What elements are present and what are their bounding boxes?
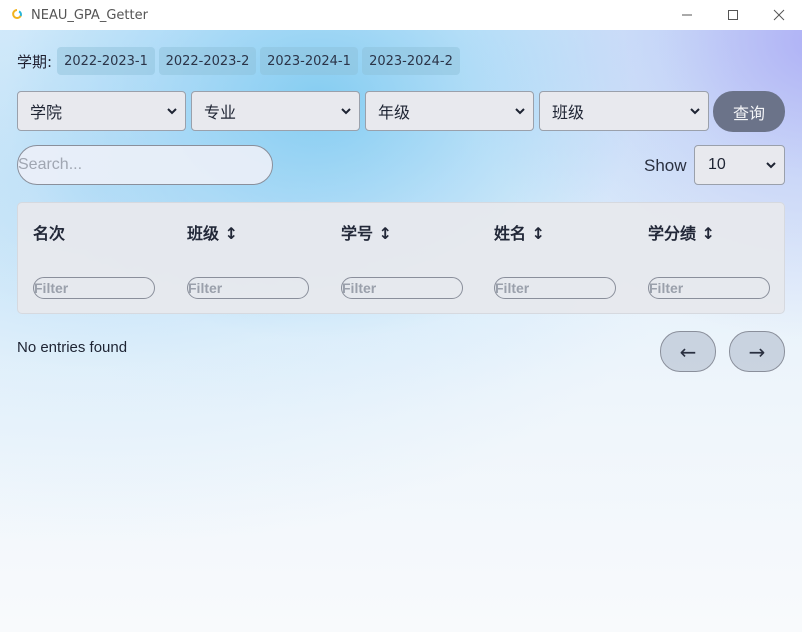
- next-page-button[interactable]: →: [729, 331, 785, 372]
- column-header-class[interactable]: 班级 ↕: [187, 220, 238, 244]
- window-title: NEAU_GPA_Getter: [31, 8, 148, 23]
- previous-page-button[interactable]: ←: [660, 331, 716, 372]
- grade-select[interactable]: 年级: [365, 91, 534, 131]
- empty-state-text: No entries found: [17, 339, 128, 356]
- term-chip[interactable]: 2022-2023-1: [57, 47, 155, 75]
- grade-select-value: 年级: [378, 103, 411, 122]
- column-header-name[interactable]: 姓名 ↕: [494, 220, 545, 244]
- chevron-down-icon: [339, 102, 353, 120]
- term-chip[interactable]: 2023-2024-1: [260, 47, 358, 75]
- column-header-gpa[interactable]: 学分绩 ↕: [648, 220, 715, 244]
- class-select-value: 班级: [552, 103, 585, 122]
- college-select-value: 学院: [30, 103, 63, 122]
- major-select-value: 专业: [204, 103, 237, 122]
- filter-input-class[interactable]: Filter: [187, 277, 309, 299]
- page-size-value: 10: [708, 156, 726, 173]
- filter-input-rank[interactable]: Filter: [33, 277, 155, 299]
- minimize-button[interactable]: [664, 0, 710, 30]
- title-bar: NEAU_GPA_Getter: [0, 0, 802, 31]
- filter-input-student-id[interactable]: Filter: [341, 277, 463, 299]
- results-table: 名次 班级 ↕ 学号 ↕ 姓名 ↕ 学分绩 ↕ Filter Filter Fi…: [17, 202, 785, 314]
- term-label: 学期:: [17, 53, 53, 71]
- chevron-down-icon: [688, 102, 702, 120]
- search-input[interactable]: Search...: [17, 145, 273, 185]
- filter-input-gpa[interactable]: Filter: [648, 277, 770, 299]
- term-chip[interactable]: 2023-2024-2: [362, 47, 460, 75]
- filter-input-name[interactable]: Filter: [494, 277, 616, 299]
- chevron-down-icon: [165, 102, 179, 120]
- app-logo-icon: [10, 8, 24, 22]
- class-select[interactable]: 班级: [539, 91, 709, 131]
- column-header-rank: 名次: [33, 224, 66, 243]
- query-button[interactable]: 查询: [713, 91, 785, 132]
- college-select[interactable]: 学院: [17, 91, 186, 131]
- chevron-down-icon: [764, 156, 778, 174]
- maximize-button[interactable]: [710, 0, 756, 30]
- main-content: 学期: 2022-2023-1 2022-2023-2 2023-2024-1 …: [0, 30, 802, 632]
- chevron-down-icon: [513, 102, 527, 120]
- column-header-student-id[interactable]: 学号 ↕: [341, 220, 392, 244]
- arrow-right-icon: →: [748, 339, 766, 364]
- close-button[interactable]: [756, 0, 802, 30]
- term-chip[interactable]: 2022-2023-2: [159, 47, 256, 75]
- arrow-left-icon: ←: [679, 339, 697, 364]
- page-size-label: Show: [644, 156, 687, 175]
- major-select[interactable]: 专业: [191, 91, 360, 131]
- page-size-select[interactable]: 10: [694, 145, 785, 185]
